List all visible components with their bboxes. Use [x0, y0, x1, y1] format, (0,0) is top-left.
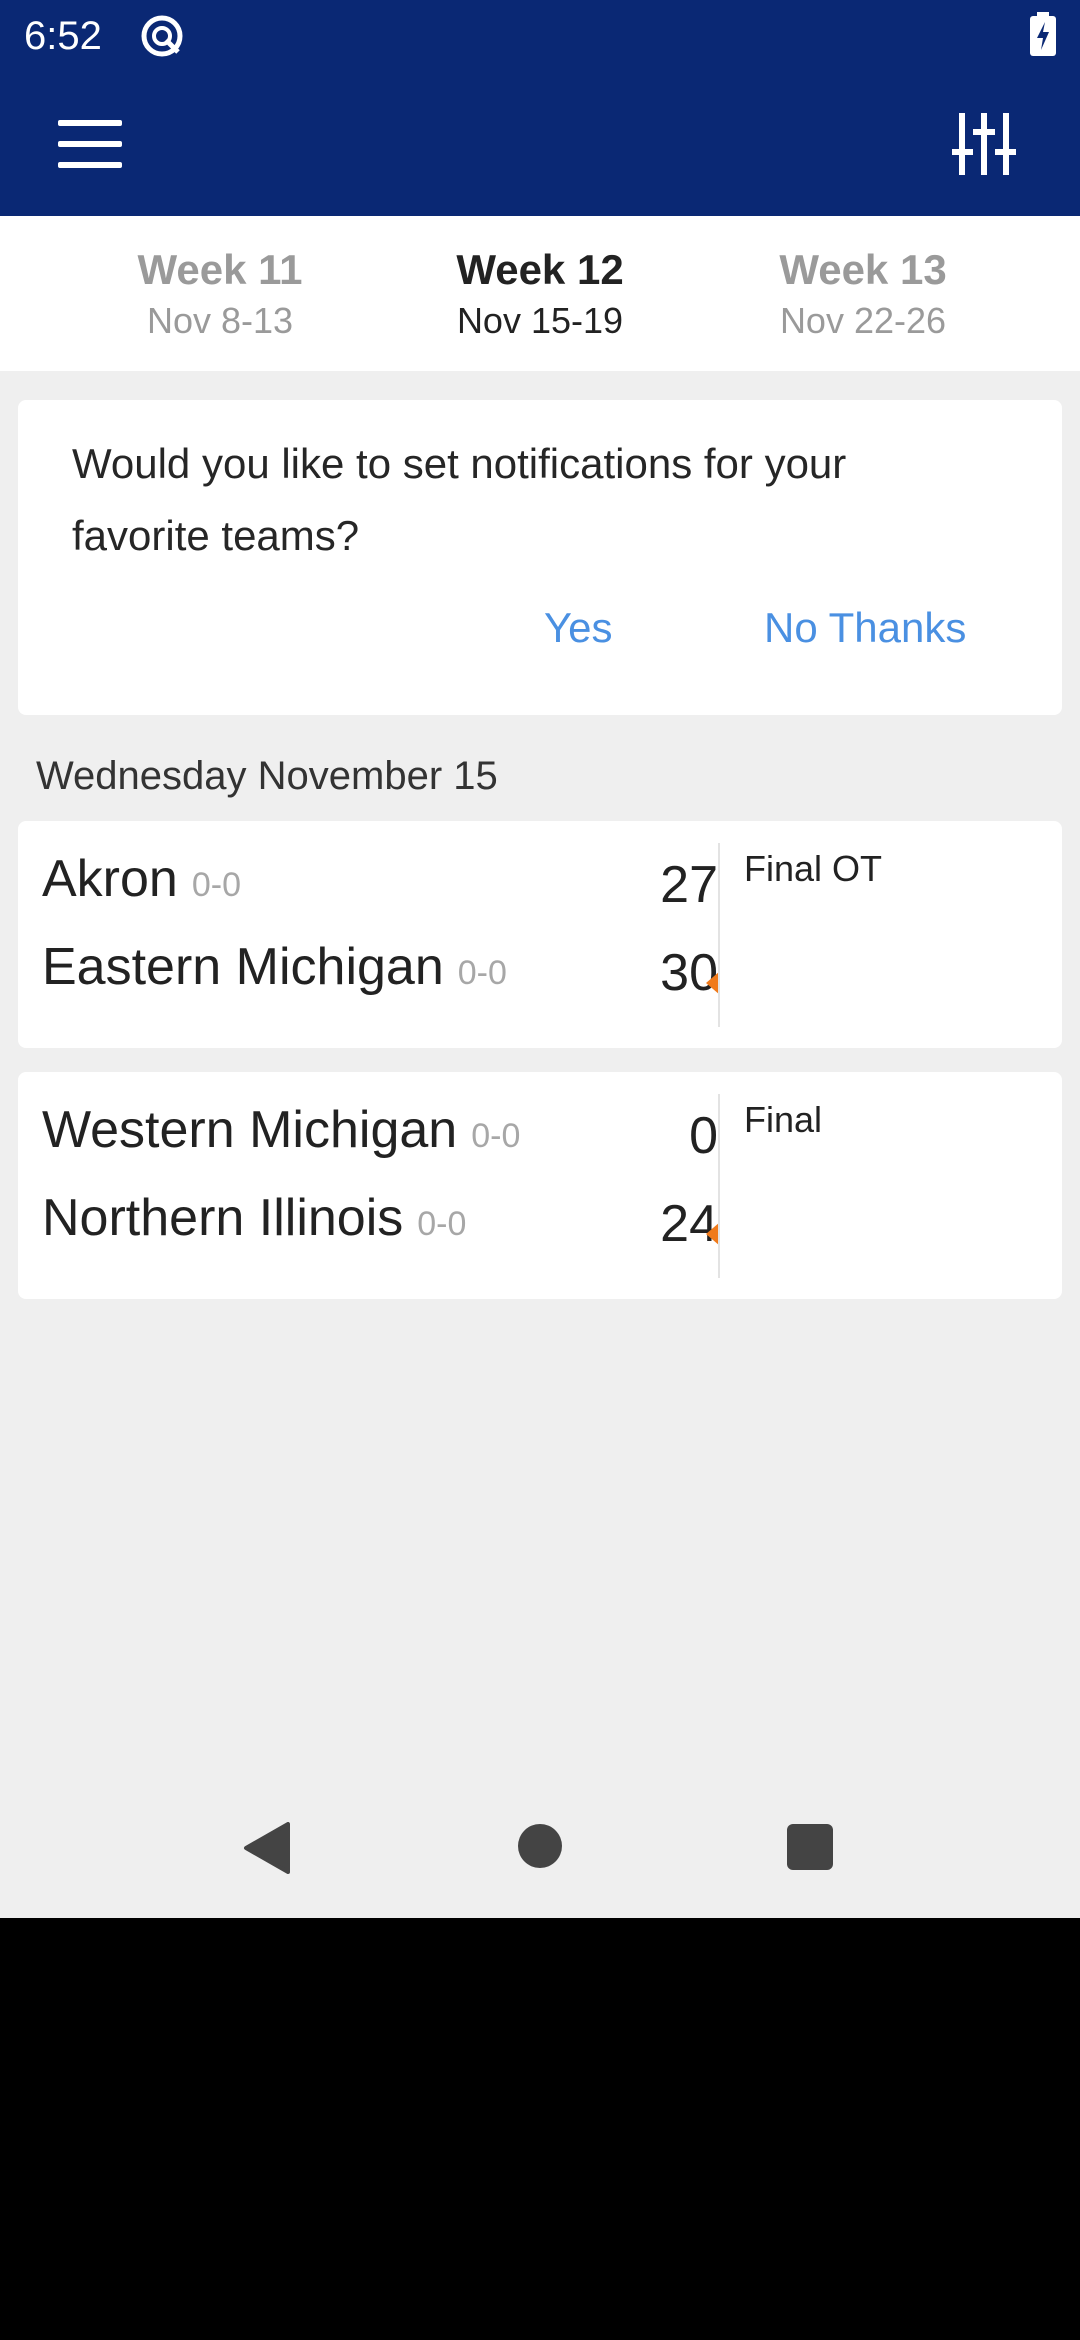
- week-selector: Week 11 Nov 8-13 Week 12 Nov 15-19 Week …: [0, 216, 1080, 371]
- tab-week-13[interactable]: Week 13 Nov 22-26: [733, 244, 993, 344]
- status-time: 6:52: [24, 14, 102, 58]
- team-score: 0: [689, 1107, 718, 1165]
- day-header: Wednesday November 15: [36, 754, 498, 798]
- game-status: Final: [744, 1099, 823, 1140]
- team-record: 0-0: [471, 1117, 521, 1155]
- team-record: 0-0: [191, 866, 241, 904]
- week-label: Week 13: [779, 246, 947, 293]
- team-name: Northern Illinois: [42, 1189, 404, 1247]
- app-screen: 6:52 Week 11 Nov 8-13 Week 12 Nov 15-19 …: [0, 0, 1080, 1918]
- team-record: 0-0: [417, 1205, 467, 1243]
- game-status: Final OT: [744, 848, 883, 889]
- game-card[interactable]: Western Michigan 0-0 0 Northern Illinois 0…: [18, 1072, 1062, 1299]
- week-dates: Nov 22-26: [779, 300, 947, 341]
- week-dates: Nov 8-13: [146, 300, 294, 341]
- week-dates: Nov 15-19: [456, 300, 624, 341]
- team-name: Akron: [42, 850, 178, 908]
- away-team-row: Western Michigan 0-0 0: [42, 1101, 718, 1176]
- game-card[interactable]: Akron 0-0 27 Eastern Michigan 0-0 30 Final…: [18, 821, 1062, 1048]
- home-circle-icon[interactable]: [518, 1824, 562, 1868]
- team-name: Western Michigan: [42, 1101, 458, 1159]
- sliders-icon[interactable]: [952, 112, 1016, 176]
- app-header: 6:52: [0, 0, 1080, 216]
- hamburger-menu-icon: [58, 120, 122, 126]
- team-name: Eastern Michigan: [42, 938, 444, 996]
- notification-message: Would you like to set notifications for …: [72, 440, 847, 559]
- yes-button[interactable]: Yes: [544, 598, 613, 658]
- back-triangle-icon[interactable]: [242, 1822, 290, 1874]
- tab-week-11[interactable]: Week 11 Nov 8-13: [90, 244, 350, 344]
- card-divider: [718, 843, 720, 1027]
- card-divider: [718, 1094, 720, 1278]
- battery-charging-icon: [1030, 12, 1056, 56]
- week-label: Week 12: [456, 246, 624, 293]
- away-team-row: Akron 0-0 27: [42, 850, 718, 925]
- no-thanks-button[interactable]: No Thanks: [764, 598, 966, 658]
- home-team-row: Northern Illinois 0-0 24: [42, 1189, 718, 1264]
- notification-prompt-card: Would you like to set notifications for …: [18, 400, 1062, 715]
- system-nav-bar: [0, 1770, 1080, 1918]
- app-status-icon: [141, 15, 183, 57]
- recents-square-icon[interactable]: [787, 1824, 833, 1870]
- team-record: 0-0: [457, 954, 507, 992]
- team-score: 27: [660, 856, 718, 914]
- menu-button[interactable]: [58, 116, 122, 172]
- home-team-row: Eastern Michigan 0-0 30: [42, 938, 718, 1013]
- week-label: Week 11: [137, 246, 303, 293]
- tab-week-12[interactable]: Week 12 Nov 15-19: [410, 244, 670, 344]
